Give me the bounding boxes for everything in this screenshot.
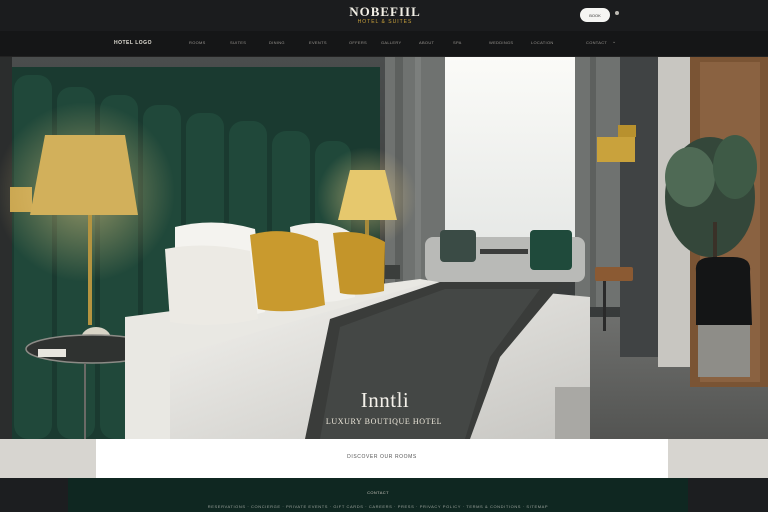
nav-item-dining[interactable]: DINING (269, 40, 285, 45)
logo-wordmark: NOBEFIIL (349, 4, 421, 19)
nav-brand[interactable]: HOTEL LOGO (114, 40, 152, 46)
chevron-down-icon[interactable]: ⌄ (612, 39, 616, 45)
nav-item-gallery[interactable]: GALLERY (381, 40, 401, 45)
book-button[interactable]: BOOK (580, 8, 610, 22)
cta-strip: DISCOVER OUR ROOMS (96, 439, 668, 478)
nav-item-spa[interactable]: SPA (453, 40, 462, 45)
footer: CONTACT RESERVATIONS · CONCIERGE · PRIVA… (68, 478, 688, 512)
strip-side-left (0, 439, 96, 478)
main-nav: HOTEL LOGO ROOMS SUITES DINING EVENTS OF… (0, 31, 768, 57)
nav-item-offers[interactable]: OFFERS (349, 40, 367, 45)
nav-item-weddings[interactable]: WEDDINGS (489, 40, 513, 45)
hero-title: Inntli (360, 388, 410, 412)
hero-subtitle: LUXURY BOUTIQUE HOTEL (325, 417, 443, 426)
cta-link[interactable]: DISCOVER OUR ROOMS (96, 454, 668, 460)
nav-item-location[interactable]: LOCATION (531, 40, 554, 45)
logo-tagline: HOTEL & SUITES (357, 19, 413, 25)
strip-side-right (668, 439, 768, 478)
nav-item-events[interactable]: EVENTS (309, 40, 327, 45)
dot-icon[interactable] (614, 10, 620, 16)
nav-item-suites[interactable]: SUITES (230, 40, 246, 45)
top-bar: NOBEFIIL HOTEL & SUITES BOOK (0, 0, 768, 31)
hero-room-image (0, 57, 768, 439)
nav-item-rooms[interactable]: ROOMS (189, 40, 206, 45)
footer-links[interactable]: RESERVATIONS · CONCIERGE · PRIVATE EVENT… (78, 504, 678, 509)
hotel-logo[interactable]: NOBEFIIL HOTEL & SUITES (330, 5, 440, 26)
footer-heading: CONTACT (367, 490, 389, 495)
hero-banner: Inntli LUXURY BOUTIQUE HOTEL (0, 57, 768, 439)
nav-item-about[interactable]: ABOUT (419, 40, 434, 45)
nav-item-contact[interactable]: CONTACT (586, 40, 607, 45)
